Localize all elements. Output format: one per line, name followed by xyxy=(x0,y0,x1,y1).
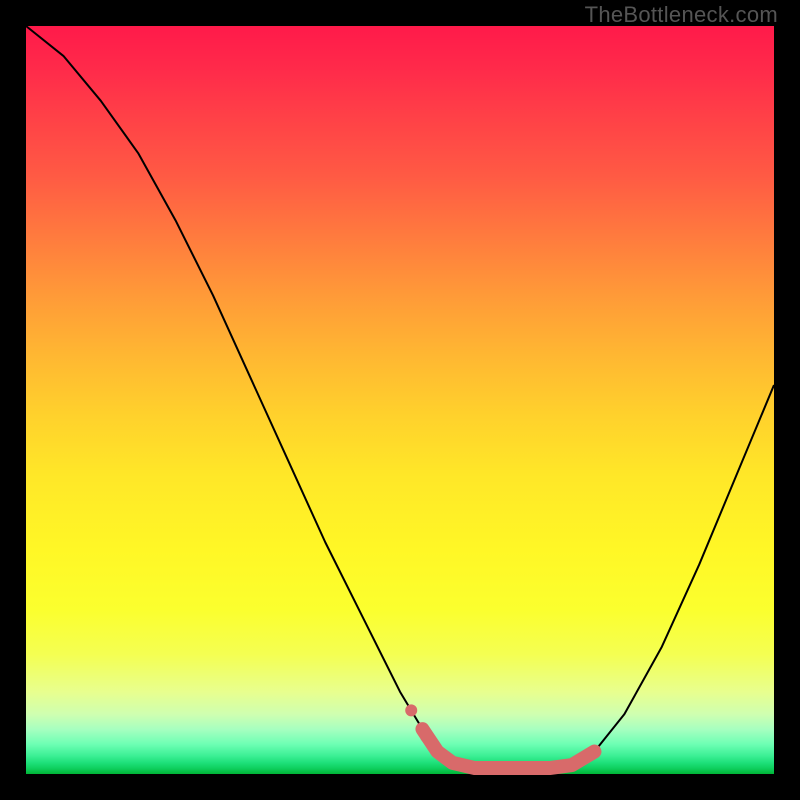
watermark-label: TheBottleneck.com xyxy=(585,2,778,28)
chart-container: TheBottleneck.com xyxy=(0,0,800,800)
chart-overlay xyxy=(26,26,774,774)
highlight-segment xyxy=(422,729,594,768)
marker-a xyxy=(405,704,417,716)
marker-b xyxy=(420,731,432,743)
bottleneck-curve xyxy=(26,26,774,768)
